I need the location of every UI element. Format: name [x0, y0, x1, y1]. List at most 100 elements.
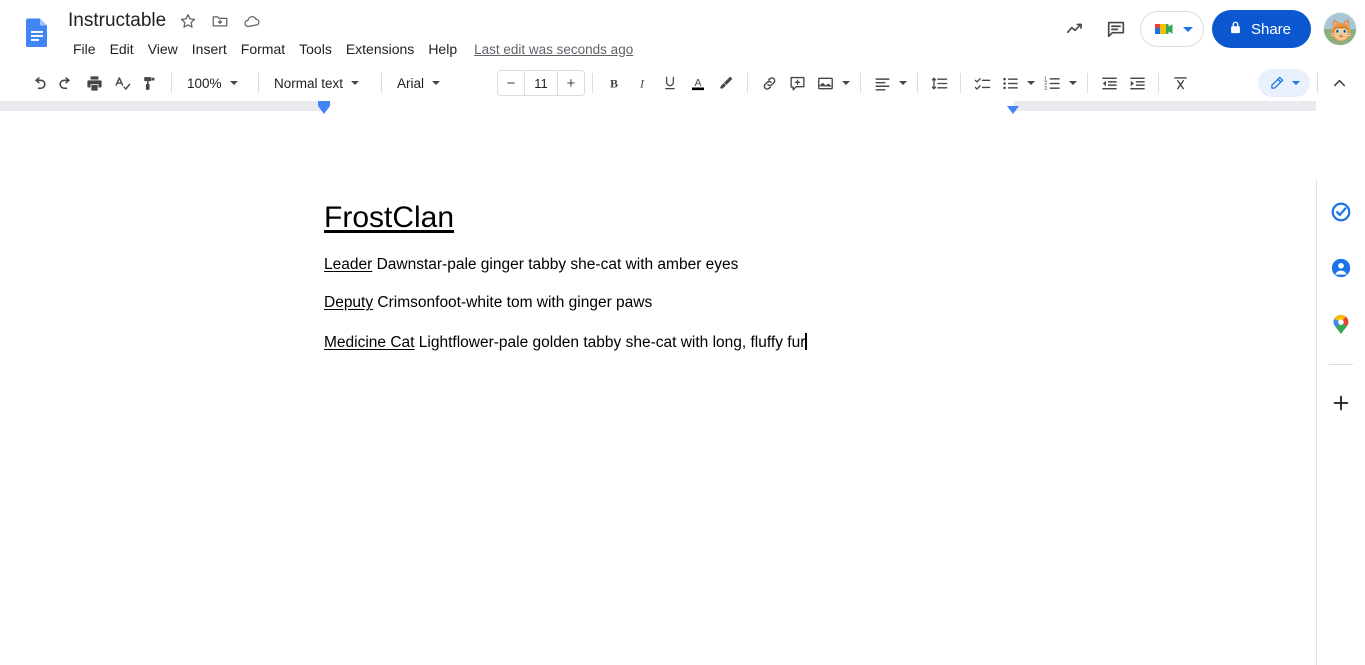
toolbar-divider: [258, 73, 259, 93]
chevron-down-icon: [351, 81, 359, 85]
insert-image-icon[interactable]: [811, 69, 839, 97]
bulleted-list-caret-icon[interactable]: [1024, 69, 1038, 97]
left-indent-marker[interactable]: [317, 101, 331, 115]
editing-mode-button[interactable]: [1258, 69, 1310, 97]
google-meet-icon: [1151, 18, 1177, 40]
highlight-color-icon[interactable]: [712, 69, 740, 97]
toolbar-divider: [960, 73, 961, 93]
menu-view[interactable]: View: [141, 39, 185, 59]
paragraph-style-select[interactable]: Normal text: [266, 69, 374, 97]
right-indent-marker[interactable]: [1007, 106, 1019, 114]
bulleted-list-icon[interactable]: [996, 69, 1024, 97]
toolbar-divider: [1317, 73, 1318, 93]
activity-dashboard-icon[interactable]: [1056, 9, 1096, 49]
google-meet-button[interactable]: [1140, 11, 1204, 47]
align-icon[interactable]: [868, 69, 896, 97]
font-family-value: Arial: [397, 76, 424, 91]
google-tasks-icon[interactable]: [1325, 196, 1357, 228]
hide-menus-icon[interactable]: [1325, 69, 1353, 97]
cloud-saved-icon[interactable]: [240, 9, 264, 33]
paragraph-label: Medicine Cat: [324, 334, 414, 351]
toolbar-divider: [917, 73, 918, 93]
add-comment-icon[interactable]: [783, 69, 811, 97]
doc-title-row: Instructable: [66, 8, 633, 34]
toolbar-divider: [1087, 73, 1088, 93]
ruler-page-area: [324, 101, 1014, 111]
insert-image-caret-icon[interactable]: [839, 69, 853, 97]
paragraph-text: Crimsonfoot-white tom with ginger paws: [373, 294, 652, 311]
redo-icon[interactable]: [52, 69, 80, 97]
right-side-panel: [1316, 180, 1365, 665]
svg-text:3: 3: [1044, 85, 1047, 91]
document-body[interactable]: FrostClan Leader Dawnstar-pale ginger ta…: [324, 115, 1014, 352]
last-edit-link[interactable]: Last edit was seconds ago: [474, 42, 633, 57]
paragraph-label: Leader: [324, 256, 372, 273]
comment-history-icon[interactable]: [1096, 9, 1136, 49]
document-ruler[interactable]: [0, 101, 1365, 115]
paragraph-text: Lightflower-pale golden tabby she-cat wi…: [414, 334, 805, 351]
line-spacing-icon[interactable]: [925, 69, 953, 97]
document-page[interactable]: FrostClan Leader Dawnstar-pale ginger ta…: [0, 115, 1316, 665]
title-and-menu-block: Instructable File Edit View: [66, 8, 633, 61]
page-title[interactable]: Instructable: [66, 10, 168, 32]
editing-mode-caret-icon: [1292, 81, 1300, 85]
font-size-stepper[interactable]: − 11 +: [497, 70, 585, 96]
toolbar-divider: [592, 73, 593, 93]
document-paragraph: Leader Dawnstar-pale ginger tabby she-ca…: [324, 236, 1014, 275]
bold-icon[interactable]: B: [600, 69, 628, 97]
document-paragraph: Deputy Crimsonfoot-white tom with ginger…: [324, 274, 1014, 313]
underline-icon[interactable]: [656, 69, 684, 97]
avatar[interactable]: [1323, 12, 1357, 46]
google-contacts-icon[interactable]: [1325, 252, 1357, 284]
menu-help[interactable]: Help: [421, 39, 464, 59]
menu-format[interactable]: Format: [234, 39, 292, 59]
google-maps-icon[interactable]: [1325, 308, 1357, 340]
menu-bar: File Edit View Insert Format Tools Exten…: [66, 37, 633, 61]
numbered-list-caret-icon[interactable]: [1066, 69, 1080, 97]
add-ons-plus-icon[interactable]: [1325, 387, 1357, 419]
decrease-indent-icon[interactable]: [1095, 69, 1123, 97]
menu-extensions[interactable]: Extensions: [339, 39, 421, 59]
toolbar-divider: [1158, 73, 1159, 93]
menu-file[interactable]: File: [66, 39, 103, 59]
app-header: Instructable File Edit View: [0, 0, 1365, 65]
italic-icon[interactable]: I: [628, 69, 656, 97]
undo-icon[interactable]: [24, 69, 52, 97]
text-color-icon[interactable]: A: [684, 69, 712, 97]
svg-text:A: A: [694, 77, 701, 89]
lock-icon: [1228, 20, 1243, 39]
clear-formatting-icon[interactable]: [1166, 69, 1194, 97]
paragraph-text: Dawnstar-pale ginger tabby she-cat with …: [372, 256, 738, 273]
paint-format-icon[interactable]: [136, 69, 164, 97]
decrease-font-size-button[interactable]: −: [498, 71, 524, 95]
star-icon[interactable]: [176, 9, 200, 33]
checklist-icon[interactable]: [968, 69, 996, 97]
spellcheck-icon[interactable]: [108, 69, 136, 97]
font-family-select[interactable]: Arial: [389, 69, 493, 97]
document-workspace: FrostClan Leader Dawnstar-pale ginger ta…: [0, 115, 1365, 665]
print-icon[interactable]: [80, 69, 108, 97]
chevron-down-icon: [230, 81, 238, 85]
align-caret-icon[interactable]: [896, 69, 910, 97]
insert-link-icon[interactable]: [755, 69, 783, 97]
toolbar-divider: [171, 73, 172, 93]
menu-tools[interactable]: Tools: [292, 39, 339, 59]
numbered-list-icon[interactable]: 1 2 3: [1038, 69, 1066, 97]
pencil-icon[interactable]: [1262, 69, 1290, 97]
increase-font-size-button[interactable]: +: [558, 71, 584, 95]
document-heading: FrostClan: [324, 115, 1014, 236]
zoom-value: 100%: [187, 76, 222, 91]
zoom-select[interactable]: 100%: [179, 69, 251, 97]
increase-indent-icon[interactable]: [1123, 69, 1151, 97]
svg-text:B: B: [610, 77, 618, 91]
move-folder-icon[interactable]: [208, 9, 232, 33]
share-button[interactable]: Share: [1212, 10, 1311, 48]
header-actions: Share: [1056, 9, 1357, 49]
font-size-input[interactable]: 11: [524, 71, 558, 95]
toolbar-divider: [381, 73, 382, 93]
menu-insert[interactable]: Insert: [185, 39, 234, 59]
docs-logo-icon[interactable]: [18, 13, 56, 51]
svg-text:I: I: [639, 77, 645, 91]
menu-edit[interactable]: Edit: [103, 39, 141, 59]
share-button-label: Share: [1251, 21, 1291, 38]
